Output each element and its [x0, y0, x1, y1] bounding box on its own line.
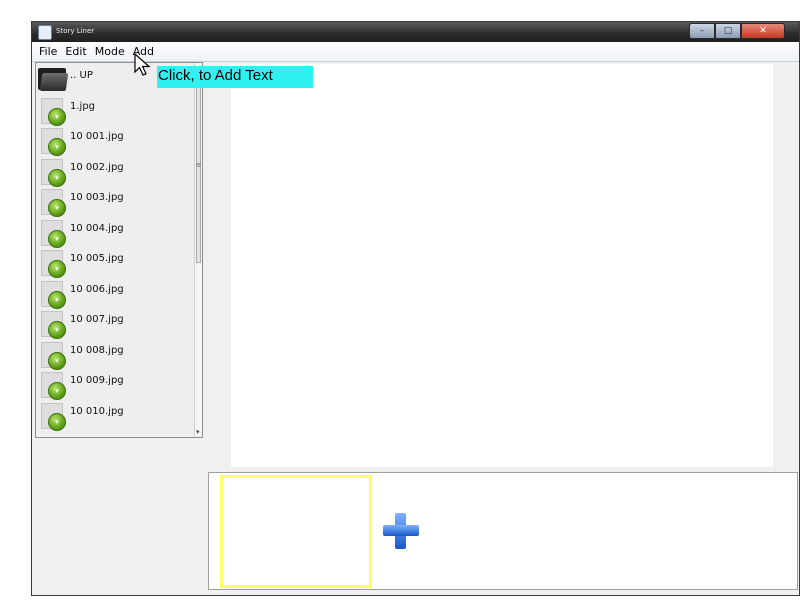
file-name: 10 003.jpg: [70, 192, 124, 203]
file-list-item[interactable]: ▾ 10 004.jpg: [36, 216, 202, 248]
image-file-icon: ▾: [48, 351, 66, 370]
folder-up-icon: [38, 66, 69, 92]
close-button[interactable]: ✕: [741, 23, 785, 39]
title-bar[interactable]: Story Liner – □ ✕: [32, 22, 799, 42]
image-file-icon: ▾: [48, 260, 66, 278]
image-file-icon: ▾: [48, 229, 66, 248]
image-file-icon: ▾: [48, 382, 66, 400]
file-list-item[interactable]: ▾ 1.jpg: [36, 94, 202, 126]
file-name: 10 009.jpg: [70, 375, 124, 386]
add-slide-button[interactable]: [381, 511, 421, 551]
add-text-tooltip: Click, to Add Text: [157, 66, 313, 88]
file-list-item[interactable]: ▾ 10 007.jpg: [36, 307, 202, 339]
slide-strip: [208, 472, 798, 590]
file-name: 10 007.jpg: [70, 314, 124, 325]
file-list-item[interactable]: ▾ 10 010.jpg: [36, 399, 202, 431]
editor-area: [204, 62, 798, 468]
file-browser: .. UP ▾ 1.jpg ▾ 10 001.jpg ▾ 10 002.jpg ▾ 10 00…: [35, 62, 203, 438]
menu-edit[interactable]: Edit: [65, 45, 86, 58]
scroll-down-arrow-icon[interactable]: ▾: [196, 429, 200, 436]
file-name: 10 005.jpg: [70, 253, 124, 264]
file-name: 10 010.jpg: [70, 405, 124, 417]
folder-up-label: .. UP: [70, 70, 93, 81]
image-file-icon: ▾: [48, 412, 66, 431]
image-file-icon: ▾: [48, 199, 66, 217]
mouse-pointer-icon: [134, 53, 151, 76]
minimize-button[interactable]: –: [689, 23, 715, 39]
slide-thumbnail[interactable]: [220, 475, 372, 588]
file-list-item[interactable]: ▾ 10 005.jpg: [36, 246, 202, 278]
file-list-item[interactable]: ▾ 10 001.jpg: [36, 124, 202, 156]
file-name: 1.jpg: [70, 100, 96, 112]
file-name: 10 001.jpg: [70, 131, 124, 142]
file-list-scrollbar[interactable]: ≡ ▾: [194, 63, 202, 437]
app-window: Story Liner – □ ✕ File Edit Mode Add .. …: [31, 21, 800, 596]
file-list-item[interactable]: ▾ 10 003.jpg: [36, 185, 202, 217]
scroll-thumb[interactable]: ≡: [196, 67, 201, 263]
file-name: 10 002.jpg: [70, 161, 124, 173]
file-name: 10 008.jpg: [70, 344, 124, 356]
java-app-icon: [38, 25, 52, 40]
window-title: Story Liner: [56, 27, 95, 35]
image-file-icon: ▾: [48, 321, 66, 339]
menu-file[interactable]: File: [39, 45, 57, 58]
window-controls: – □ ✕: [689, 23, 785, 39]
file-list-item[interactable]: ▾ 10 008.jpg: [36, 338, 202, 370]
file-list-item[interactable]: ▾ 10 006.jpg: [36, 277, 202, 309]
file-name: 10 004.jpg: [70, 222, 124, 234]
file-list-item[interactable]: ▾ 10 002.jpg: [36, 155, 202, 187]
story-canvas[interactable]: [231, 64, 773, 467]
file-list-item[interactable]: ▾ 10 009.jpg: [36, 368, 202, 400]
image-file-icon: ▾: [48, 168, 66, 187]
menu-mode[interactable]: Mode: [95, 45, 125, 58]
image-file-icon: ▾: [48, 290, 66, 309]
maximize-button[interactable]: □: [715, 23, 741, 39]
image-file-icon: ▾: [48, 107, 66, 126]
file-name: 10 006.jpg: [70, 283, 124, 295]
image-file-icon: ▾: [48, 138, 66, 156]
